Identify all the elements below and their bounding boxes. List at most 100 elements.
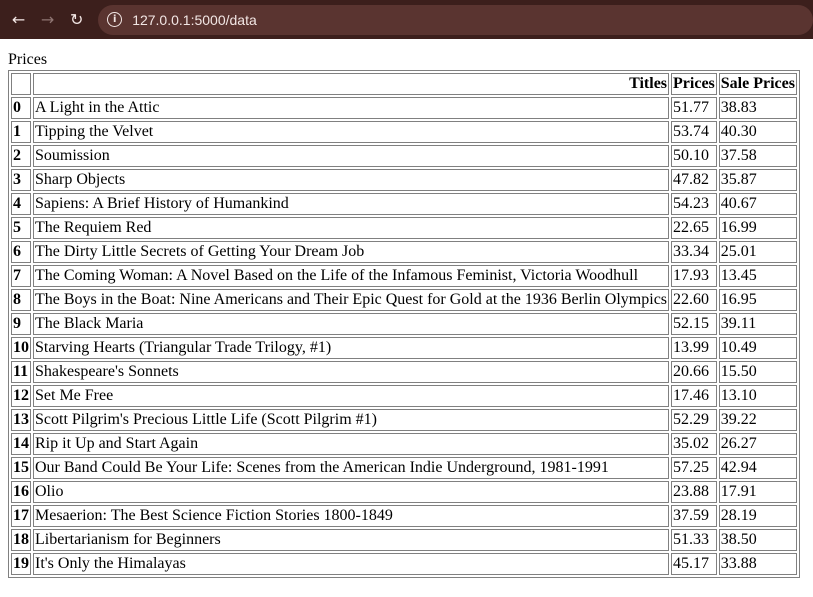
table-row: 18 Libertarianism for Beginners 51.33 38.50 <box>11 529 797 551</box>
row-index: 17 <box>11 505 31 527</box>
title-cell: Libertarianism for Beginners <box>33 529 670 551</box>
price-cell: 17.93 <box>671 265 717 287</box>
row-index: 9 <box>11 313 31 335</box>
column-header-sale-prices: Sale Prices <box>718 73 797 95</box>
table-row: 11 Shakespeare's Sonnets 20.66 15.50 <box>11 361 797 383</box>
table-row: 13 Scott Pilgrim's Precious Little Life (… <box>11 409 797 431</box>
table-row: 15 Our Band Could Be Your Life: Scenes fr… <box>11 457 797 479</box>
table-row: 6 The Dirty Little Secrets of Getting You… <box>11 241 797 263</box>
title-cell: The Coming Woman: A Novel Based on the L… <box>33 265 670 287</box>
url-text[interactable]: 127.0.0.1:5000/data <box>132 12 257 28</box>
title-cell: Soumission <box>33 145 670 167</box>
browser-toolbar: ← → ↻ i 127.0.0.1:5000/data <box>0 0 813 39</box>
column-header-index <box>11 73 31 95</box>
title-cell: Scott Pilgrim's Precious Little Life (Sc… <box>33 409 670 431</box>
row-index: 12 <box>11 385 31 407</box>
price-cell: 45.17 <box>671 553 717 575</box>
table-row: 0A Light in the Attic 51.77 38.83 <box>11 97 797 119</box>
row-index: 7 <box>11 265 31 287</box>
row-index: 18 <box>11 529 31 551</box>
sale-price-cell: 26.27 <box>718 433 797 455</box>
row-index: 6 <box>11 241 31 263</box>
row-index: 3 <box>11 169 31 191</box>
title-cell: The Requiem Red <box>33 217 670 239</box>
price-cell: 51.77 <box>671 97 717 119</box>
sale-price-cell: 37.58 <box>718 145 797 167</box>
sale-price-cell: 16.99 <box>718 217 797 239</box>
reload-icon[interactable]: ↻ <box>67 8 86 32</box>
price-cell: 13.99 <box>671 337 717 359</box>
row-index: 16 <box>11 481 31 503</box>
sale-price-cell: 38.50 <box>718 529 797 551</box>
sale-price-cell: 39.22 <box>718 409 797 431</box>
table-row: 3 Sharp Objects 47.82 35.87 <box>11 169 797 191</box>
title-cell: Sapiens: A Brief History of Humankind <box>33 193 670 215</box>
price-cell: 54.23 <box>671 193 717 215</box>
title-cell: It's Only the Himalayas <box>33 553 670 575</box>
sale-price-cell: 42.94 <box>718 457 797 479</box>
row-index: 1 <box>11 121 31 143</box>
price-cell: 22.60 <box>671 289 717 311</box>
table-row: 7 The Coming Woman: A Novel Based on the … <box>11 265 797 287</box>
table-row: 9 The Black Maria 52.15 39.11 <box>11 313 797 335</box>
table-row: 14 Rip it Up and Start Again 35.02 26.27 <box>11 433 797 455</box>
title-cell: Rip it Up and Start Again <box>33 433 670 455</box>
table-header-row: Titles Prices Sale Prices <box>11 73 797 95</box>
address-bar[interactable]: i 127.0.0.1:5000/data <box>98 4 813 35</box>
price-cell: 47.82 <box>671 169 717 191</box>
row-index: 14 <box>11 433 31 455</box>
table-row: 12 Set Me Free 17.46 13.10 <box>11 385 797 407</box>
table-row: 4 Sapiens: A Brief History of Humankind 54… <box>11 193 797 215</box>
sale-price-cell: 15.50 <box>718 361 797 383</box>
row-index: 5 <box>11 217 31 239</box>
sale-price-cell: 38.83 <box>718 97 797 119</box>
price-cell: 23.88 <box>671 481 717 503</box>
page-caption: Prices <box>8 51 48 68</box>
sale-price-cell: 13.10 <box>718 385 797 407</box>
forward-arrow-icon[interactable]: → <box>38 8 57 32</box>
price-cell: 33.34 <box>671 241 717 263</box>
sale-price-cell: 16.95 <box>718 289 797 311</box>
table-row: 19 It's Only the Himalayas 45.17 33.88 <box>11 553 797 575</box>
title-cell: Tipping the Velvet <box>33 121 670 143</box>
title-cell: Sharp Objects <box>33 169 670 191</box>
sale-price-cell: 10.49 <box>718 337 797 359</box>
table-row: 5 The Requiem Red 22.65 16.99 <box>11 217 797 239</box>
price-cell: 53.74 <box>671 121 717 143</box>
sale-price-cell: 40.30 <box>718 121 797 143</box>
back-arrow-icon[interactable]: ← <box>9 8 28 32</box>
price-cell: 50.10 <box>671 145 717 167</box>
sale-price-cell: 28.19 <box>718 505 797 527</box>
sale-price-cell: 17.91 <box>718 481 797 503</box>
title-cell: Our Band Could Be Your Life: Scenes from… <box>33 457 670 479</box>
title-cell: The Black Maria <box>33 313 670 335</box>
sale-price-cell: 40.67 <box>718 193 797 215</box>
title-cell: The Dirty Little Secrets of Getting Your… <box>33 241 670 263</box>
title-cell: Olio <box>33 481 670 503</box>
table-row: 1 Tipping the Velvet 53.74 40.30 <box>11 121 797 143</box>
sale-price-cell: 35.87 <box>718 169 797 191</box>
title-cell: The Boys in the Boat: Nine Americans and… <box>33 289 670 311</box>
row-index: 15 <box>11 457 31 479</box>
price-cell: 17.46 <box>671 385 717 407</box>
price-cell: 37.59 <box>671 505 717 527</box>
table-row: 10 Starving Hearts (Triangular Trade Tril… <box>11 337 797 359</box>
price-cell: 22.65 <box>671 217 717 239</box>
table-row: 2 Soumission 50.10 37.58 <box>11 145 797 167</box>
row-index: 11 <box>11 361 31 383</box>
price-cell: 52.29 <box>671 409 717 431</box>
price-cell: 35.02 <box>671 433 717 455</box>
row-index: 10 <box>11 337 31 359</box>
price-cell: 52.15 <box>671 313 717 335</box>
row-index: 4 <box>11 193 31 215</box>
title-cell: Starving Hearts (Triangular Trade Trilog… <box>33 337 670 359</box>
title-cell: Mesaerion: The Best Science Fiction Stor… <box>33 505 670 527</box>
site-info-icon[interactable]: i <box>107 12 123 27</box>
prices-table: Titles Prices Sale Prices 0A Light in th… <box>8 70 800 578</box>
column-header-titles: Titles <box>33 73 670 95</box>
price-cell: 20.66 <box>671 361 717 383</box>
price-cell: 57.25 <box>671 457 717 479</box>
sale-price-cell: 25.01 <box>718 241 797 263</box>
sale-price-cell: 13.45 <box>718 265 797 287</box>
table-body: 0A Light in the Attic 51.77 38.83 1 Tipping … <box>11 97 797 575</box>
